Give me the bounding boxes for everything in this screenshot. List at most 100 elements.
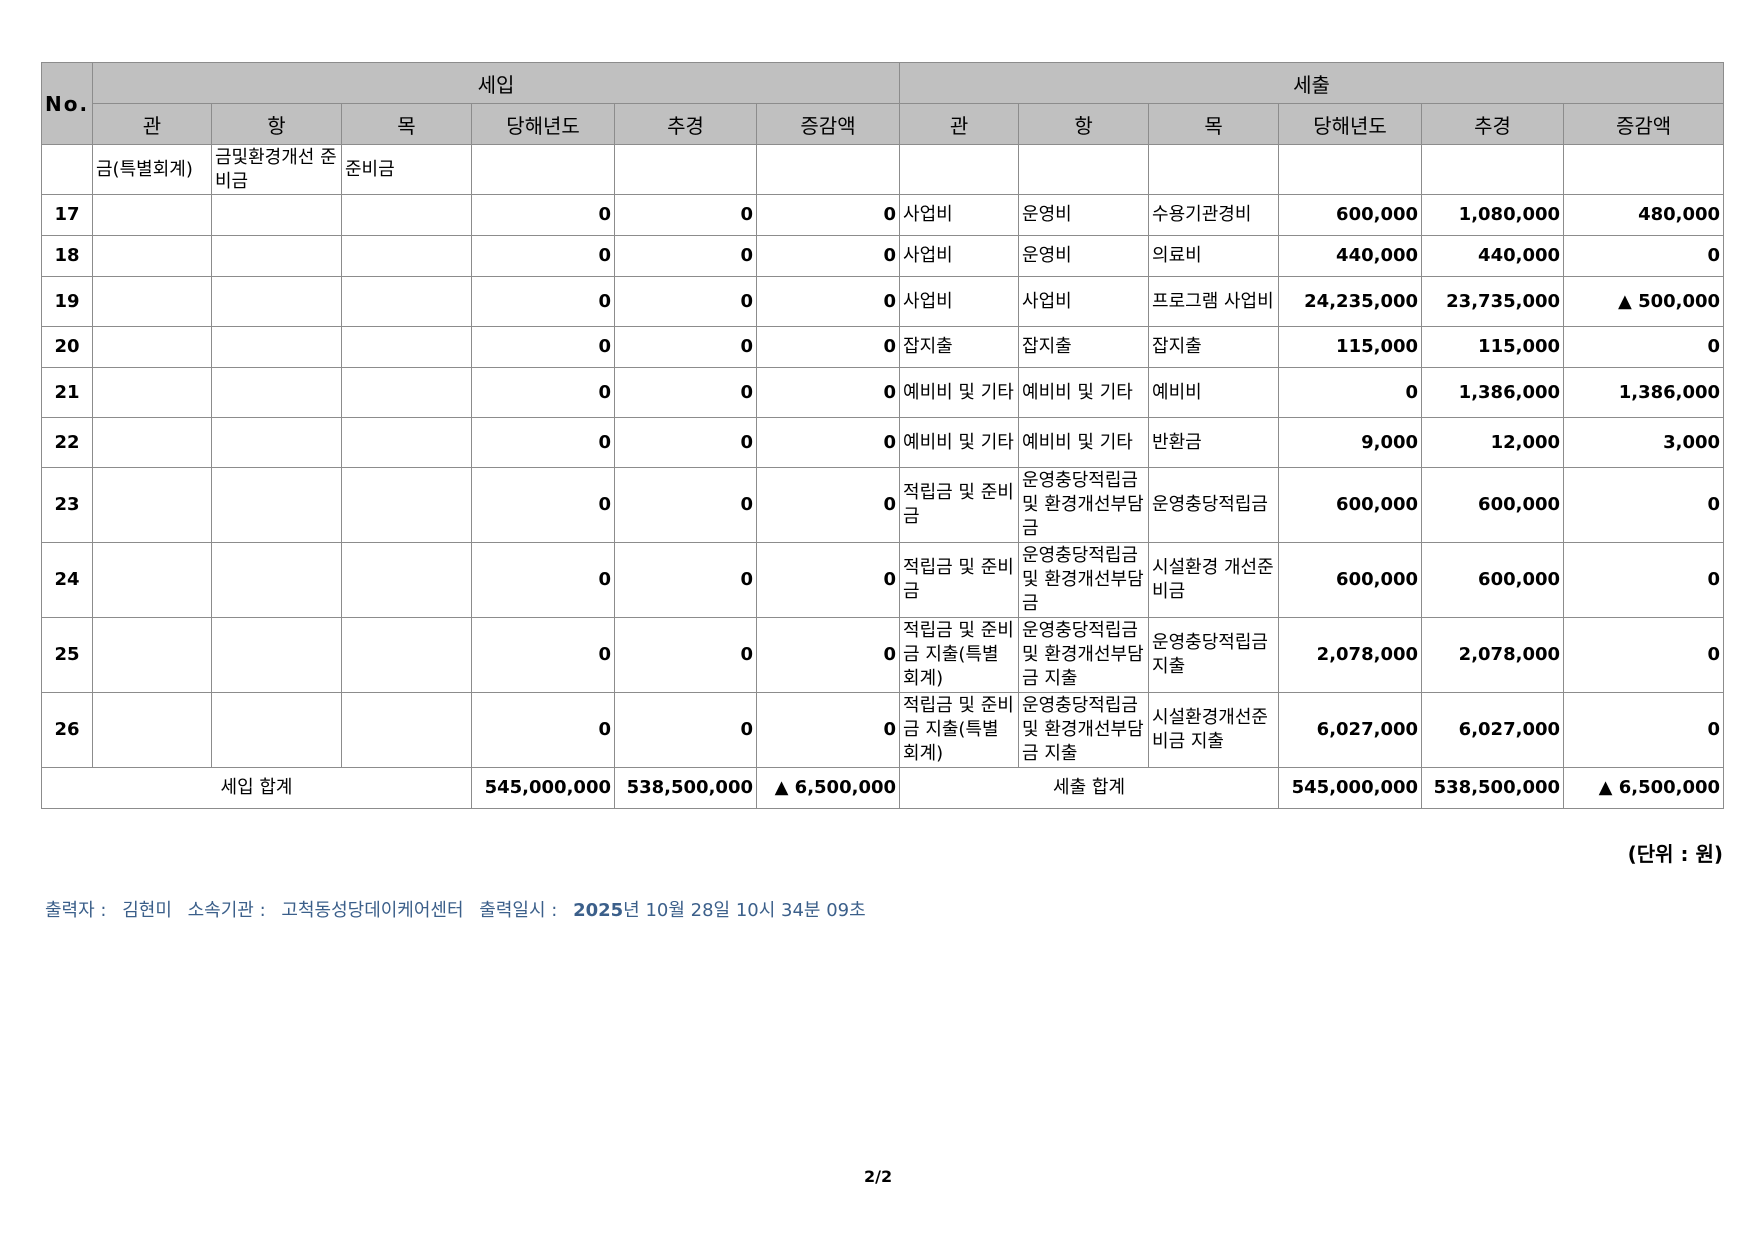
expense-total-difference: ▲ 6,500,000 bbox=[1563, 767, 1725, 809]
expense-current-cell: 2,078,000 bbox=[1278, 617, 1423, 693]
expense-current-cell: 600,000 bbox=[1278, 542, 1423, 618]
continuation-row: 금(특별회계) 금및환경개선 준비금 준비금 bbox=[41, 144, 1725, 195]
income-hang-header: 항 bbox=[211, 103, 342, 145]
row-no-cell: 25 bbox=[41, 617, 93, 693]
expense-gwan-cell: 예비비 및 기타 bbox=[899, 367, 1020, 418]
expense-difference-cell: 0 bbox=[1563, 617, 1725, 693]
expense-mok-cell: 의료비 bbox=[1148, 235, 1280, 277]
income-mok-cell bbox=[341, 235, 472, 277]
expense-mok-cell: 프로그램 사업비 bbox=[1148, 276, 1280, 327]
income-gwan-header: 관 bbox=[92, 103, 212, 145]
table-row: 18 0 0 0 사업비 운영비 의료비 440,000 440,000 0 bbox=[41, 235, 1725, 277]
income-header: 세입 bbox=[91, 62, 901, 104]
income-supplementary-cell: 0 bbox=[614, 617, 757, 693]
row-no-cell: 24 bbox=[41, 542, 93, 618]
expense-hang-cell: 잡지출 bbox=[1018, 326, 1150, 368]
expense-hang-cell: 예비비 및 기타 bbox=[1018, 417, 1150, 468]
expense-mok-cell: 시설환경개선준비금 지출 bbox=[1148, 692, 1280, 768]
income-difference-cell: 0 bbox=[755, 194, 901, 236]
income-supplementary-cell: 0 bbox=[614, 194, 757, 236]
income-current-cell: 0 bbox=[471, 542, 615, 618]
expense-current-cell: 6,027,000 bbox=[1278, 692, 1423, 768]
expense-hang-cell: 운영비 bbox=[1018, 194, 1150, 236]
income-mok-cell bbox=[341, 417, 472, 468]
income-mok-header: 목 bbox=[341, 103, 472, 145]
income-supplementary-cell: 0 bbox=[614, 692, 757, 768]
expense-hang-header: 항 bbox=[1018, 103, 1150, 145]
expense-hang-cell: 운영충당적립금 및 환경개선부담금 지출 bbox=[1018, 617, 1150, 693]
org-name: 고척동성당데이케어센터 bbox=[281, 900, 464, 921]
income-gwan-cell bbox=[92, 692, 212, 768]
income-supplementary-cell: 0 bbox=[614, 276, 757, 327]
income-gwan-cell bbox=[92, 235, 212, 277]
expense-supplementary-cell: 6,027,000 bbox=[1421, 692, 1565, 768]
empty-cell bbox=[1563, 144, 1725, 195]
table-row: 20 0 0 0 잡지출 잡지출 잡지출 115,000 115,000 0 bbox=[41, 326, 1725, 368]
income-hang-cell bbox=[211, 276, 342, 327]
income-mok-cell bbox=[341, 617, 472, 693]
income-total-current: 545,000,000 bbox=[471, 767, 615, 809]
income-difference-cell: 0 bbox=[755, 542, 901, 618]
income-total-supplementary: 538,500,000 bbox=[614, 767, 757, 809]
expense-total-supplementary: 538,500,000 bbox=[1421, 767, 1565, 809]
org-label: 소속기관 : bbox=[187, 900, 266, 921]
income-hang-cell bbox=[211, 235, 342, 277]
income-difference-cell: 0 bbox=[755, 692, 901, 768]
expense-hang-cell: 운영충당적립금 및 환경개선부담금 bbox=[1018, 542, 1150, 618]
expense-difference-cell: 0 bbox=[1563, 467, 1725, 543]
expense-hang-cell: 운영비 bbox=[1018, 235, 1150, 277]
expense-supplementary-cell: 115,000 bbox=[1421, 326, 1565, 368]
expense-difference-cell: 3,000 bbox=[1563, 417, 1725, 468]
expense-hang-cell: 운영충당적립금 및 환경개선부담금 지출 bbox=[1018, 692, 1150, 768]
income-current-cell: 0 bbox=[471, 235, 615, 277]
expense-current-cell: 115,000 bbox=[1278, 326, 1423, 368]
expense-gwan-cell: 사업비 bbox=[899, 235, 1020, 277]
income-hang-cell bbox=[211, 617, 342, 693]
income-gwan-cell bbox=[92, 617, 212, 693]
income-hang-cell bbox=[211, 542, 342, 618]
income-supplementary-cell: 0 bbox=[614, 417, 757, 468]
expense-difference-cell: 0 bbox=[1563, 542, 1725, 618]
expense-difference-cell: 0 bbox=[1563, 326, 1725, 368]
income-current-year-header: 당해년도 bbox=[471, 103, 615, 145]
budget-report-page: No. 세입 세출 관 항 목 당해년도 추경 증감액 관 항 목 당해년도 추… bbox=[0, 0, 1755, 1240]
expense-mok-cell: 반환금 bbox=[1148, 417, 1280, 468]
expense-current-year-header: 당해년도 bbox=[1278, 103, 1423, 145]
income-supplementary-cell: 0 bbox=[614, 326, 757, 368]
income-difference-cell: 0 bbox=[755, 617, 901, 693]
income-mok-cell bbox=[341, 276, 472, 327]
income-hang-cell bbox=[211, 194, 342, 236]
expense-supplementary-cell: 600,000 bbox=[1421, 467, 1565, 543]
income-hang-cell bbox=[211, 417, 342, 468]
expense-mok-cell: 운영충당적립금 bbox=[1148, 467, 1280, 543]
income-difference-cell: 0 bbox=[755, 417, 901, 468]
income-mok-cell bbox=[341, 692, 472, 768]
printer-name: 김현미 bbox=[122, 900, 172, 921]
income-supplementary-cell: 0 bbox=[614, 235, 757, 277]
income-gwan-cell bbox=[92, 467, 212, 543]
empty-cell bbox=[755, 144, 901, 195]
income-hang-cell bbox=[211, 326, 342, 368]
expense-supplementary-cell: 440,000 bbox=[1421, 235, 1565, 277]
table-row: 25 0 0 0 적립금 및 준비금 지출(특별회계) 운영충당적립금 및 환경개선부담금… bbox=[41, 617, 1725, 693]
expense-supplementary-cell: 1,386,000 bbox=[1421, 367, 1565, 418]
empty-cell bbox=[1421, 144, 1565, 195]
expense-hang-cell: 사업비 bbox=[1018, 276, 1150, 327]
row-no-cell: 18 bbox=[41, 235, 93, 277]
table-row: 23 0 0 0 적립금 및 준비금 운영충당적립금 및 환경개선부담금 운영충당적립금 60… bbox=[41, 467, 1725, 543]
expense-gwan-cell: 사업비 bbox=[899, 276, 1020, 327]
expense-gwan-cell: 잡지출 bbox=[899, 326, 1020, 368]
income-current-cell: 0 bbox=[471, 467, 615, 543]
expense-supplementary-cell: 1,080,000 bbox=[1421, 194, 1565, 236]
row-no-cell: 19 bbox=[41, 276, 93, 327]
expense-supplementary-cell: 12,000 bbox=[1421, 417, 1565, 468]
expense-current-cell: 24,235,000 bbox=[1278, 276, 1423, 327]
page-number: 2/2 bbox=[864, 1167, 893, 1186]
print-date-year: 2025 bbox=[573, 900, 624, 921]
income-current-cell: 0 bbox=[471, 326, 615, 368]
income-hang-cell bbox=[211, 367, 342, 418]
expense-total-current: 545,000,000 bbox=[1278, 767, 1423, 809]
income-current-cell: 0 bbox=[471, 276, 615, 327]
expense-mok-cell: 수용기관경비 bbox=[1148, 194, 1280, 236]
income-mok-cell bbox=[341, 326, 472, 368]
